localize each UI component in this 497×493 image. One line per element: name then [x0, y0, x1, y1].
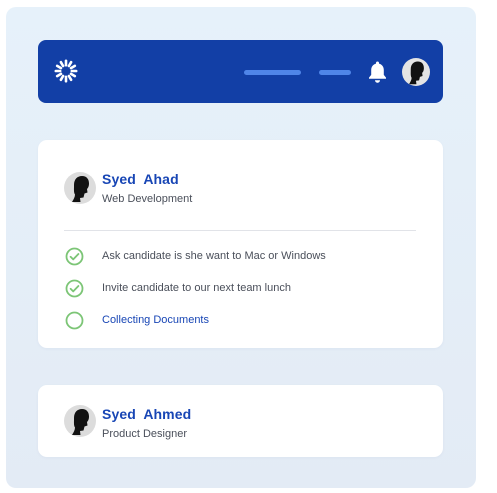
bell-icon[interactable]	[367, 60, 388, 84]
top-navigation-bar	[38, 40, 443, 103]
candidate-name: Syed Ahad	[102, 171, 179, 187]
user-avatar-icon	[64, 405, 96, 437]
divider	[64, 230, 416, 231]
check-circle-icon[interactable]	[65, 279, 84, 298]
checklist-item-label: Invite candidate to our next team lunch	[102, 282, 291, 294]
user-avatar-icon	[64, 172, 96, 204]
candidate-role: Web Development	[102, 193, 193, 205]
candidate-card[interactable]: Syed Ahmed Product Designer	[38, 385, 443, 457]
nav-link-placeholder-2[interactable]	[319, 70, 351, 75]
user-avatar-icon[interactable]	[402, 58, 430, 86]
candidate-role: Product Designer	[102, 428, 187, 440]
candidate-card[interactable]: Syed Ahad Web Development Ask candidate …	[38, 140, 443, 348]
candidate-name: Syed Ahmed	[102, 406, 192, 422]
nav-link-placeholder-1[interactable]	[244, 70, 301, 75]
sunburst-logo-icon[interactable]	[54, 59, 78, 83]
checklist-item-label: Collecting Documents	[102, 314, 209, 326]
empty-circle-icon[interactable]	[65, 311, 84, 330]
check-circle-icon[interactable]	[65, 247, 84, 266]
checklist-item-label: Ask candidate is she want to Mac or Wind…	[102, 250, 326, 262]
